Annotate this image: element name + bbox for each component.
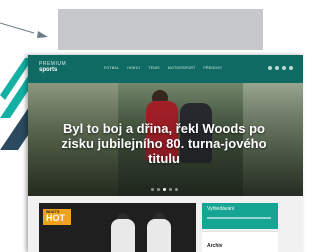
- social-icons: [268, 66, 293, 70]
- hot-badge: WHAT'S HOT: [43, 209, 71, 225]
- slider-dots: [151, 188, 178, 191]
- twitter-icon[interactable]: [275, 66, 279, 70]
- hero-slider[interactable]: Byl to boj a dřina, řekl Woods po zisku …: [28, 83, 303, 196]
- nav-item-prenosy[interactable]: PŘENOSY: [203, 66, 222, 70]
- slider-dot-5[interactable]: [175, 188, 178, 191]
- archive-widget: Archiv: [202, 231, 278, 252]
- sidebar: Vyhledávání Archiv: [202, 203, 278, 252]
- instagram-icon[interactable]: [282, 66, 286, 70]
- search-widget-title: Vyhledávání: [207, 206, 235, 212]
- facebook-icon[interactable]: [268, 66, 272, 70]
- hero-headline[interactable]: Byl to boj a dřina, řekl Woods po zisku …: [48, 121, 280, 166]
- content-area: WHAT'S HOT Vyhledávání Archiv: [28, 196, 303, 252]
- search-input[interactable]: [207, 217, 271, 219]
- player-photo-body-1: [111, 219, 135, 252]
- hot-badge-big: HOT: [46, 213, 65, 223]
- slider-dot-2[interactable]: [157, 188, 160, 191]
- search-widget: Vyhledávání: [202, 203, 278, 229]
- pointer-line: [0, 22, 35, 34]
- player-photo-body-2: [147, 219, 171, 252]
- nav-menu: FOTBAL HOKEJ TENIS MOTORSPORT PŘENOSY: [104, 66, 222, 70]
- logo-top-text: PREMIUM: [39, 61, 67, 67]
- nav-item-tenis[interactable]: TENIS: [148, 66, 160, 70]
- hot-article-card[interactable]: WHAT'S HOT: [39, 203, 196, 252]
- navbar: PREMIUM sports FOTBAL HOKEJ TENIS MOTORS…: [28, 55, 303, 83]
- search-icon[interactable]: [289, 66, 293, 70]
- site-logo[interactable]: PREMIUM sports: [39, 61, 67, 74]
- callout-placeholder: [58, 9, 263, 50]
- slider-dot-4[interactable]: [169, 188, 172, 191]
- archive-title: Archiv: [207, 243, 223, 249]
- slider-dot-1[interactable]: [151, 188, 154, 191]
- pointer-arrow-icon: [37, 31, 48, 38]
- nav-item-fotbal[interactable]: FOTBAL: [104, 66, 119, 70]
- nav-item-motorsport[interactable]: MOTORSPORT: [168, 66, 196, 70]
- nav-item-hokej[interactable]: HOKEJ: [127, 66, 140, 70]
- slider-dot-3[interactable]: [163, 188, 166, 191]
- logo-main-text: sports: [39, 67, 58, 73]
- website-screenshot: PREMIUM sports FOTBAL HOKEJ TENIS MOTORS…: [28, 55, 303, 252]
